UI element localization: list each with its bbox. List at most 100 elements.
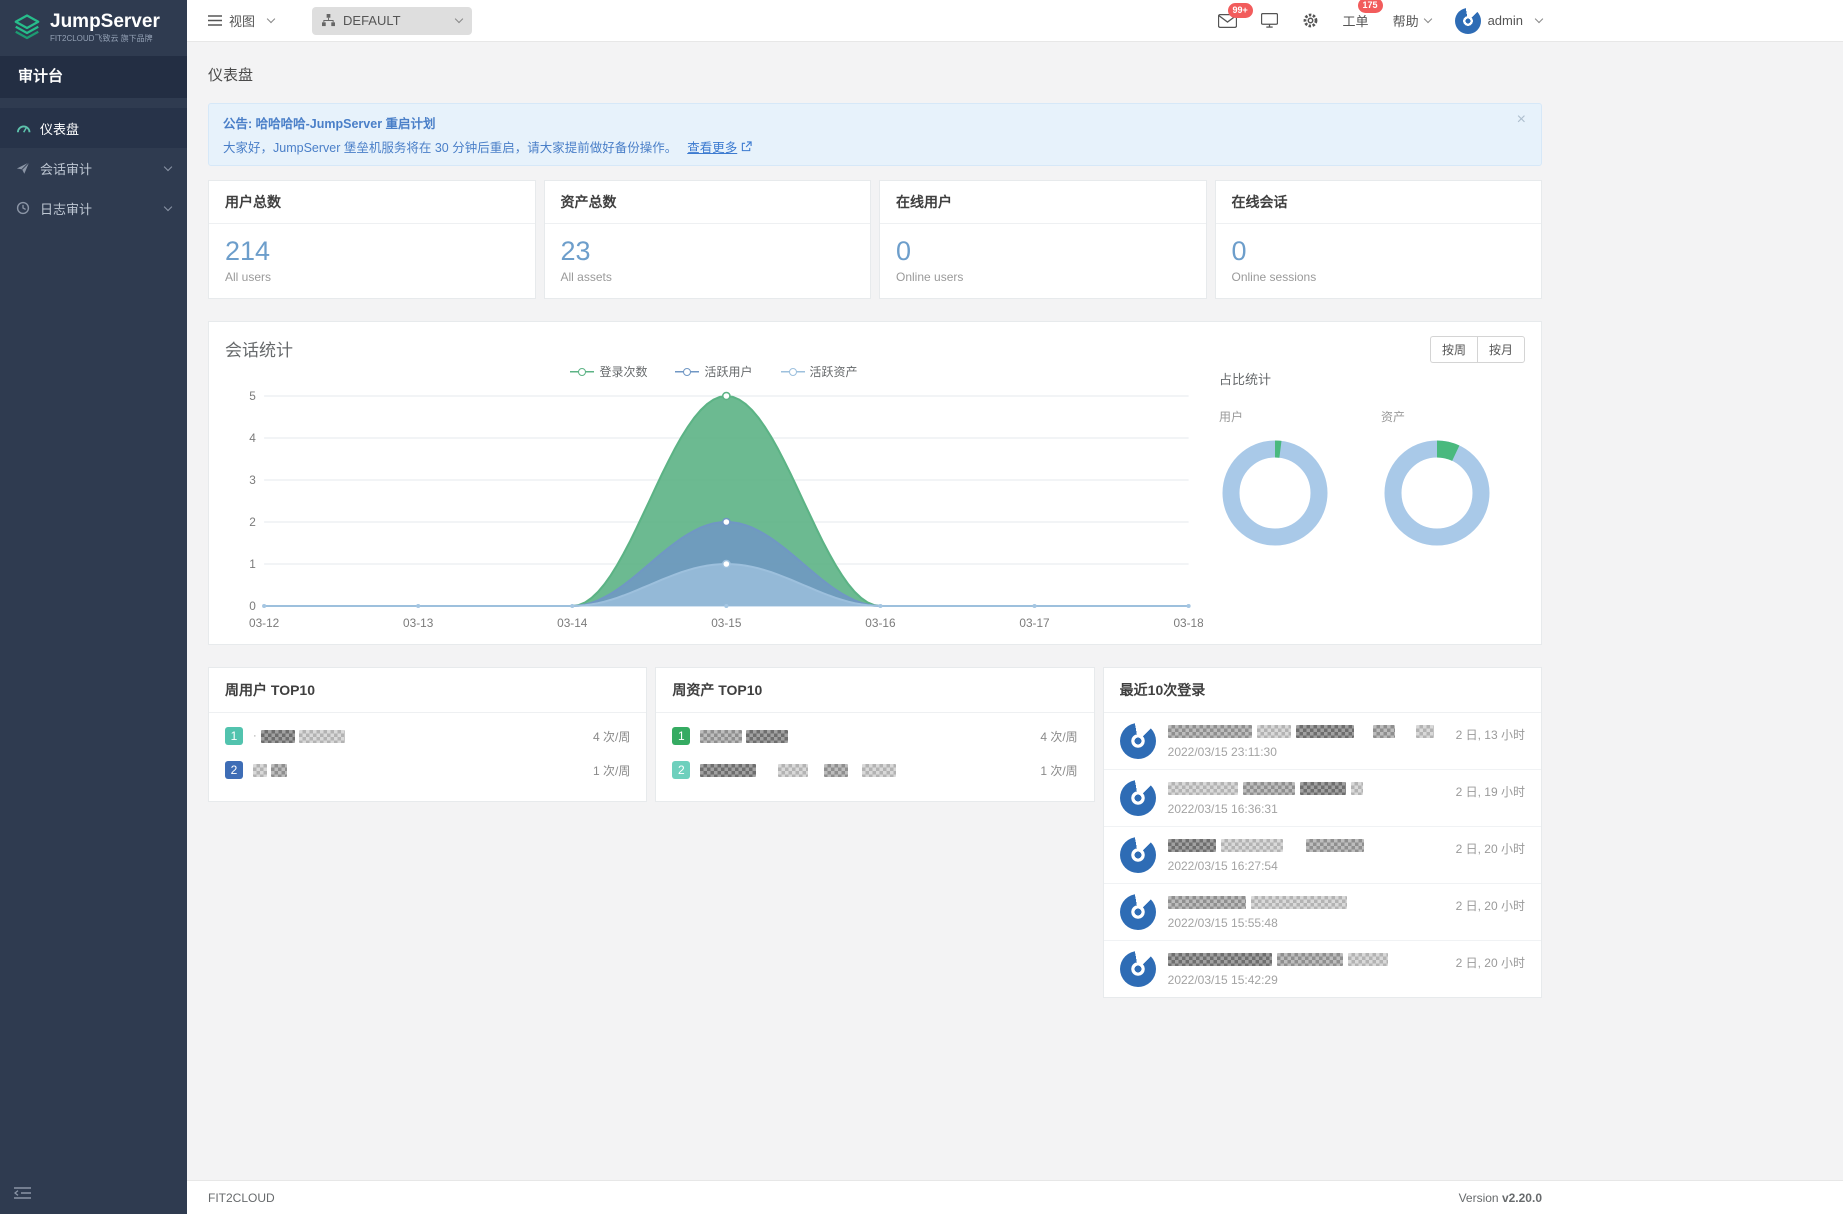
- messages-button[interactable]: 99+: [1218, 14, 1237, 28]
- svg-text:0: 0: [249, 600, 256, 613]
- close-icon[interactable]: ×: [1517, 112, 1526, 128]
- user-menu[interactable]: admin: [1455, 8, 1542, 34]
- footer-brand: FIT2CLOUD: [208, 1191, 275, 1205]
- recent-logins-panel: 最近10次登录 2022/03/15 23:11:30: [1103, 667, 1542, 998]
- users-donut-label: 用户: [1219, 408, 1337, 425]
- stat-value: 0: [1232, 236, 1526, 267]
- svg-text:3: 3: [249, 474, 256, 487]
- topbar: 视图 DEFAULT: [187, 0, 1843, 42]
- footer: FIT2CLOUD Version v2.20.0: [187, 1180, 1843, 1214]
- view-menu[interactable]: 视图: [208, 11, 274, 30]
- redacted-username: ·: [253, 730, 345, 743]
- brand-name: JumpServer: [50, 12, 160, 32]
- username-label: admin: [1488, 13, 1523, 28]
- panel-title: 周用户 TOP10: [209, 668, 646, 713]
- sidebar-item-label: 会话审计: [40, 159, 159, 178]
- stat-title: 在线会话: [1216, 181, 1542, 224]
- legend-label: 活跃用户: [704, 363, 752, 380]
- assets-donut-chart: [1381, 437, 1493, 549]
- assets-donut: 资产: [1381, 408, 1499, 549]
- stat-card-online-users: 在线用户 0 Online users: [879, 180, 1207, 299]
- avatar: [1120, 723, 1156, 759]
- jumpserver-logo-icon: [12, 13, 42, 43]
- version-label: Version v2.20.0: [1459, 1191, 1542, 1205]
- session-area-chart: 01234503-1203-1303-1403-1503-1603-1703-1…: [225, 384, 1203, 636]
- svg-text:03-16: 03-16: [865, 617, 895, 630]
- logo[interactable]: JumpServer FIT2CLOUD飞致云 旗下品牌: [0, 0, 187, 56]
- avatar: [1120, 894, 1156, 930]
- topbar-actions: 99+: [1218, 8, 1542, 34]
- chart-legend: 登录次数 活跃用户 活跃资产: [225, 363, 1203, 380]
- announcement-title: 公告: 哈哈哈哈-JumpServer 重启计划: [223, 113, 1527, 132]
- svg-text:03-15: 03-15: [711, 617, 741, 630]
- by-month-button[interactable]: 按月: [1477, 336, 1525, 363]
- version-number: v2.20.0: [1502, 1191, 1542, 1205]
- login-duration: 2 日, 20 小时: [1456, 951, 1525, 987]
- stat-value: 0: [896, 236, 1190, 267]
- rank-badge: 1: [672, 727, 690, 745]
- sidebar: JumpServer FIT2CLOUD飞致云 旗下品牌 审计台 仪表盘 会话审…: [0, 0, 187, 1214]
- panel-title: 周资产 TOP10: [656, 668, 1093, 713]
- chevron-down-icon: [164, 202, 172, 210]
- week-users-top10-panel: 周用户 TOP10 1 · 4 次/周: [208, 667, 647, 802]
- login-time: 2022/03/15 15:55:48: [1168, 916, 1444, 930]
- rank-badge: 2: [672, 761, 690, 779]
- panel-title: 最近10次登录: [1104, 668, 1541, 713]
- by-week-button[interactable]: 按周: [1430, 336, 1477, 363]
- stat-caption: Online sessions: [1232, 270, 1526, 284]
- users-donut-chart: [1219, 437, 1331, 549]
- list-item: 2022/03/15 16:36:31 2 日, 19 小时: [1104, 770, 1541, 827]
- session-chart-area: 登录次数 活跃用户 活跃资产: [225, 363, 1203, 636]
- stat-title: 资产总数: [545, 181, 871, 224]
- ratio-statistics-title: 占比统计: [1219, 369, 1525, 388]
- chevron-down-icon: [455, 15, 463, 23]
- redacted-login-name: [1168, 725, 1444, 738]
- legend-item-logins[interactable]: 登录次数: [570, 363, 647, 380]
- legend-marker-icon: [675, 367, 699, 376]
- stat-value: 23: [561, 236, 855, 267]
- redacted-asset-name: [700, 730, 788, 743]
- legend-item-active-users[interactable]: 活跃用户: [675, 363, 752, 380]
- legend-item-active-assets[interactable]: 活跃资产: [781, 363, 858, 380]
- login-duration: 2 日, 13 小时: [1456, 723, 1525, 759]
- sidebar-item-session-audit[interactable]: 会话审计: [0, 148, 187, 188]
- stat-title: 用户总数: [209, 181, 535, 224]
- sidebar-collapse-button[interactable]: [14, 1186, 31, 1204]
- stat-title: 在线用户: [880, 181, 1206, 224]
- collapse-icon: [14, 1187, 31, 1199]
- frequency-value: 4 次/周: [1040, 728, 1077, 745]
- frequency-value: 4 次/周: [593, 728, 630, 745]
- sidebar-item-dashboard[interactable]: 仪表盘: [0, 108, 187, 148]
- brand-subtitle: FIT2CLOUD飞致云 旗下品牌: [50, 33, 160, 44]
- period-toggle: 按周 按月: [1430, 336, 1525, 363]
- login-duration: 2 日, 20 小时: [1456, 894, 1525, 930]
- stat-value: 214: [225, 236, 519, 267]
- ticket-count-badge: 175: [1358, 0, 1383, 13]
- svg-text:03-13: 03-13: [403, 617, 433, 630]
- web-terminal-button[interactable]: [1261, 13, 1278, 28]
- help-label: 帮助: [1393, 11, 1419, 30]
- settings-button[interactable]: [1302, 12, 1319, 29]
- announcement-see-more-link[interactable]: 查看更多: [687, 137, 752, 156]
- help-menu[interactable]: 帮助: [1393, 11, 1431, 30]
- org-selector[interactable]: DEFAULT: [312, 7, 472, 35]
- table-row: 1 4 次/周: [656, 719, 1093, 753]
- sidebar-item-label: 日志审计: [40, 199, 159, 218]
- frequency-value: 1 次/周: [593, 762, 630, 779]
- ratio-statistics: 占比统计 用户 资产: [1203, 363, 1525, 636]
- login-duration: 2 日, 20 小时: [1456, 837, 1525, 873]
- svg-text:03-17: 03-17: [1019, 617, 1049, 630]
- stat-card-total-users: 用户总数 214 All users: [208, 180, 536, 299]
- list-item: 2022/03/15 16:27:54 2 日, 20 小时: [1104, 827, 1541, 884]
- announcement-banner: 公告: 哈哈哈哈-JumpServer 重启计划 大家好，JumpServer …: [208, 103, 1542, 166]
- stat-card-online-sessions: 在线会话 0 Online sessions: [1215, 180, 1543, 299]
- login-time: 2022/03/15 23:11:30: [1168, 745, 1444, 759]
- stat-caption: Online users: [896, 270, 1190, 284]
- svg-text:1: 1: [249, 558, 256, 571]
- list-item: 2022/03/15 23:11:30 2 日, 13 小时: [1104, 713, 1541, 770]
- session-statistics-panel: 会话统计 按周 按月 登录次数: [208, 321, 1542, 645]
- svg-text:03-12: 03-12: [249, 617, 279, 630]
- sidebar-item-log-audit[interactable]: 日志审计: [0, 188, 187, 228]
- tickets-button[interactable]: 工单 175: [1343, 11, 1369, 30]
- avatar: [1120, 780, 1156, 816]
